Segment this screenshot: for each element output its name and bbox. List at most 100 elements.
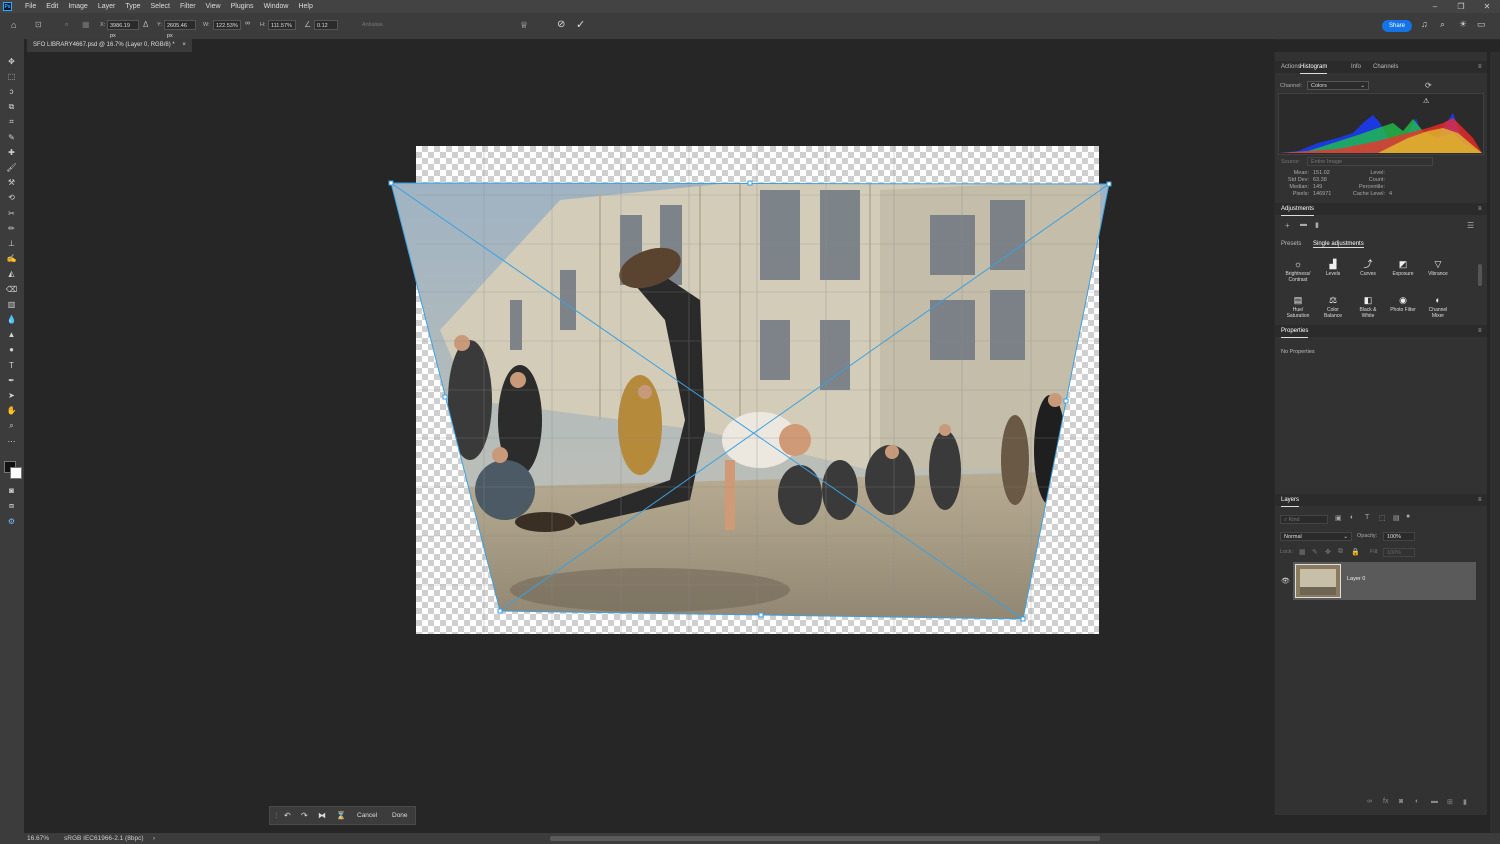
object-select-tool-icon[interactable]: ⧉: [5, 100, 18, 113]
link-icon[interactable]: ∞: [245, 20, 250, 27]
healing-tool-icon[interactable]: ✚: [5, 146, 18, 159]
width-field[interactable]: 122.53%: [213, 20, 241, 30]
link-layers-icon[interactable]: ∞: [1367, 798, 1372, 805]
photo-filter-adjustment[interactable]: ◉ Photo Filter: [1388, 295, 1418, 313]
blur-tool-icon[interactable]: 💧: [5, 313, 18, 326]
panel-menu-icon[interactable]: ≡: [1478, 494, 1482, 506]
antialias-checkbox[interactable]: Antialias: [362, 20, 383, 30]
gradient-tool-icon[interactable]: ▥: [5, 298, 18, 311]
lasso-tool-icon[interactable]: ↄ: [5, 85, 18, 98]
minimize-button[interactable]: –: [1422, 0, 1448, 13]
paint-bucket-tool-icon[interactable]: ◭: [5, 267, 18, 280]
menu-help[interactable]: Help: [293, 0, 317, 13]
new-adjustment-icon[interactable]: ◐: [1415, 798, 1419, 805]
discover-icon[interactable]: ☀: [1459, 19, 1467, 30]
reference-grid-icon[interactable]: ▦: [82, 20, 90, 29]
y-field[interactable]: 2605.46 px: [164, 20, 196, 39]
sharpen-tool-icon[interactable]: ▲: [5, 328, 18, 341]
opacity-field[interactable]: 100%: [1383, 532, 1415, 541]
zoom-level[interactable]: 16.67%: [27, 833, 49, 844]
redo-icon[interactable]: ↷: [301, 807, 308, 824]
lock-all-icon[interactable]: 🔒: [1351, 548, 1360, 556]
menu-view[interactable]: View: [201, 0, 226, 13]
quick-mask-icon[interactable]: ◙: [5, 484, 18, 497]
remove-tool-icon[interactable]: ✂: [5, 207, 18, 220]
workspace-icon[interactable]: ▭: [1477, 19, 1486, 30]
source-select[interactable]: Entire Image: [1307, 157, 1433, 166]
share-button[interactable]: Share: [1382, 20, 1412, 32]
stamp-tool-icon[interactable]: ⊥: [5, 237, 18, 250]
color-balance-adjustment[interactable]: ⚖ Color Balance: [1318, 295, 1348, 319]
add-preset-icon[interactable]: +: [1285, 221, 1290, 230]
crop-tool-icon[interactable]: ⌗: [5, 115, 18, 128]
panel-dock-scrollbar[interactable]: [1490, 52, 1500, 833]
add-mask-icon[interactable]: ◙: [1399, 798, 1403, 805]
pencil-tool-icon[interactable]: ✏: [5, 222, 18, 235]
black-white-adjustment[interactable]: ◧ Black & White: [1353, 295, 1383, 319]
done-button[interactable]: Done: [392, 807, 408, 824]
properties-title[interactable]: Properties: [1281, 325, 1309, 338]
height-field[interactable]: 111.57%: [268, 20, 296, 30]
tab-presets[interactable]: Presets: [1281, 241, 1301, 247]
pen-tool-icon[interactable]: ✒: [5, 374, 18, 387]
blend-mode-select[interactable]: Normal ⌄: [1280, 532, 1352, 541]
warp-mode-icon[interactable]: ⌛: [336, 807, 346, 824]
new-layer-icon[interactable]: ⊞: [1447, 798, 1453, 806]
lock-transparent-icon[interactable]: ▦: [1299, 548, 1306, 556]
menu-edit[interactable]: Edit: [41, 0, 63, 13]
type-tool-icon[interactable]: T: [5, 359, 18, 372]
trash-icon[interactable]: ▮: [1315, 221, 1319, 229]
filter-pixel-icon[interactable]: ▣: [1335, 514, 1342, 522]
lock-position-icon[interactable]: ✥: [1325, 548, 1331, 556]
menu-select[interactable]: Select: [146, 0, 175, 13]
edit-toolbar-icon[interactable]: ⚙: [5, 515, 18, 528]
fill-field[interactable]: 100%: [1383, 548, 1415, 557]
menu-layer[interactable]: Layer: [93, 0, 121, 13]
panel-menu-icon[interactable]: ≡: [1478, 203, 1482, 215]
undo-icon[interactable]: ↶: [284, 807, 291, 824]
layer-row[interactable]: Layer 0: [1293, 562, 1476, 600]
fx-icon[interactable]: fx: [1383, 798, 1388, 805]
search-icon[interactable]: ⌕: [1440, 19, 1445, 30]
delta-icon[interactable]: Δ: [143, 20, 148, 29]
horizontal-scrollbar[interactable]: [550, 836, 1100, 841]
art-brush-tool-icon[interactable]: ✍: [5, 252, 18, 265]
zoom-tool-icon[interactable]: ⌕: [5, 419, 18, 432]
tab-info[interactable]: Info: [1351, 61, 1361, 73]
close-window-button[interactable]: ✕: [1474, 0, 1500, 13]
bell-icon[interactable]: ♫: [1421, 19, 1428, 29]
drag-handle-icon[interactable]: ⋮: [273, 807, 280, 824]
visibility-eye-icon[interactable]: 👁: [1281, 577, 1290, 585]
dodge-tool-icon[interactable]: ●: [5, 343, 18, 356]
document-tab[interactable]: SFO LIBRARY4667.psd @ 16.7% (Layer 0, RG…: [27, 39, 192, 52]
menu-file[interactable]: File: [20, 0, 41, 13]
tab-single-adjustments[interactable]: Single adjustments: [1313, 241, 1364, 248]
cancel-button[interactable]: Cancel: [357, 807, 377, 824]
close-tab-icon[interactable]: ×: [182, 42, 186, 48]
reference-point-icon[interactable]: ▫: [65, 20, 68, 29]
panel-menu-icon[interactable]: ≡: [1478, 61, 1482, 73]
levels-adjustment[interactable]: ▟ Levels: [1318, 259, 1348, 277]
channel-select[interactable]: Colors ⌄: [1307, 81, 1369, 90]
eraser-tool-icon[interactable]: ⌫: [5, 283, 18, 296]
history-brush-tool-icon[interactable]: ⟲: [5, 191, 18, 204]
marquee-tool-icon[interactable]: ⬚: [5, 70, 18, 83]
cancel-transform-icon[interactable]: ⊘: [557, 19, 565, 30]
angle-field[interactable]: 0.12: [314, 20, 338, 30]
adjustments-title[interactable]: Adjustments: [1281, 203, 1315, 216]
curves-adjustment[interactable]: ⤴ Curves: [1353, 259, 1383, 277]
adjustments-scrollbar[interactable]: [1478, 264, 1482, 286]
exposure-adjustment[interactable]: ◩ Exposure: [1388, 259, 1418, 277]
menu-image[interactable]: Image: [63, 0, 92, 13]
folder-icon[interactable]: ▬: [1300, 221, 1307, 228]
hue-saturation-adjustment[interactable]: ▤ Hue/Saturation: [1283, 295, 1313, 319]
menu-filter[interactable]: Filter: [175, 0, 201, 13]
channel-mixer-adjustment[interactable]: ◐ Channel Mixer: [1423, 295, 1453, 319]
tab-channels[interactable]: Channels: [1373, 61, 1398, 73]
tab-histogram[interactable]: Histogram: [1300, 61, 1328, 74]
filter-type-icon[interactable]: T: [1365, 514, 1369, 521]
refresh-icon[interactable]: ⟳: [1425, 81, 1432, 90]
more-tools-icon[interactable]: ⋯: [5, 435, 18, 448]
panel-menu-icon[interactable]: ≡: [1478, 325, 1482, 337]
lock-pixels-icon[interactable]: ✎: [1312, 548, 1318, 556]
